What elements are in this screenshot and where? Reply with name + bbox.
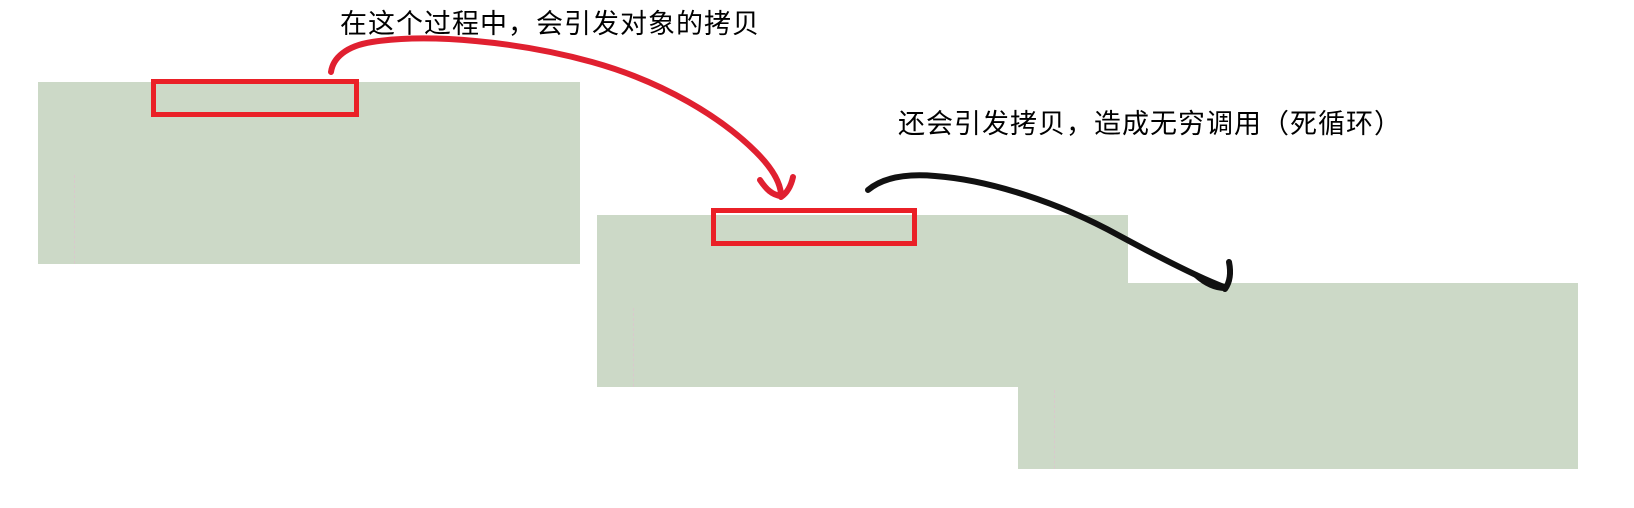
annotation-top-note: 在这个过程中，会引发对象的拷贝 [340, 9, 760, 40]
code-block-3: student(const student s) { _name = s._na… [1018, 283, 1578, 469]
indent-guide [74, 175, 75, 264]
indent-guide [1054, 390, 1055, 469]
highlight-rect-param-2 [711, 208, 917, 246]
diagram-canvas: student(const student s) { _name = s._na… [0, 0, 1634, 508]
code-block-3-content: student(const student s) { _name = s._na… [1018, 345, 1578, 469]
code-block-1-content: student(const student s) { _name = s._na… [38, 144, 580, 264]
highlight-rect-param-1 [151, 79, 359, 117]
indent-guide [633, 308, 634, 387]
annotation-right-note: 还会引发拷贝，造成无穷调用（死循环） [898, 109, 1402, 140]
